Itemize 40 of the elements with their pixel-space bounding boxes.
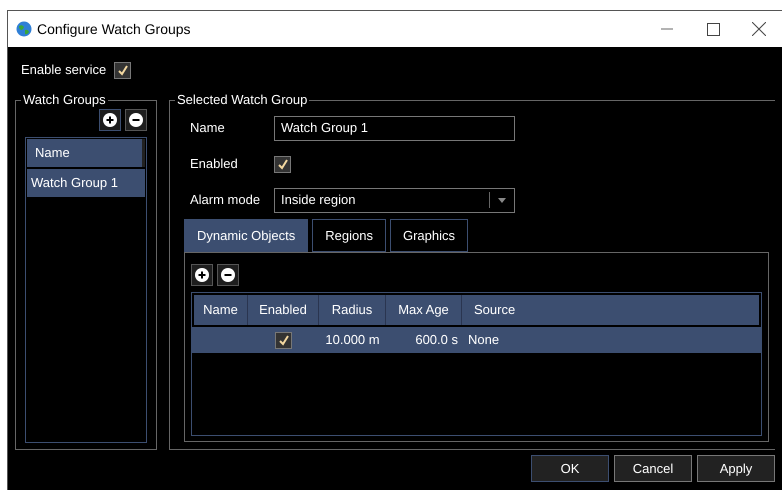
column-header: Name — [27, 139, 145, 167]
tab[interactable]: Graphics — [390, 219, 468, 252]
column-header: Enabled — [248, 295, 319, 325]
maximize-icon — [706, 22, 720, 36]
name-label: Name — [189, 119, 226, 138]
table-cell: None — [468, 332, 500, 348]
table-cell-text: 10.000 m — [325, 331, 380, 350]
minus-icon — [221, 268, 235, 282]
enable-service-label: Enable service — [21, 61, 106, 80]
name-field[interactable]: Watch Group 1 — [274, 116, 515, 140]
plus-icon — [195, 268, 209, 282]
add-button[interactable] — [191, 264, 213, 286]
tab[interactable]: Dynamic Objects — [184, 219, 308, 252]
globe-icon — [16, 21, 32, 37]
checkbox[interactable] — [275, 332, 292, 348]
column-header: Source — [473, 301, 516, 320]
enabled-label: Enabled — [189, 155, 239, 174]
column-header: Radius — [319, 295, 386, 325]
minus-icon — [129, 113, 143, 127]
remove-button[interactable] — [125, 109, 147, 131]
add-button[interactable] — [99, 109, 121, 131]
caret-icon — [498, 198, 506, 202]
dialog-button[interactable]: Apply — [697, 455, 775, 482]
list-item[interactable]: Watch Group 1 — [27, 169, 145, 197]
close-icon — [752, 22, 766, 36]
plus-icon — [103, 113, 117, 127]
column-header: Name — [194, 295, 248, 325]
remove-button[interactable] — [217, 264, 239, 286]
table-cell-text: 600.0 s — [415, 331, 458, 350]
dialog-button[interactable]: OK — [531, 455, 609, 482]
checkbox[interactable] — [274, 156, 291, 172]
minimize-icon — [661, 28, 673, 30]
alarm-mode-dropdown[interactable]: Inside region — [274, 188, 515, 212]
column-header: Max Age — [386, 295, 462, 325]
tab[interactable]: Regions — [312, 219, 386, 252]
table-row[interactable]: 10.000 m 600.0 s None — [192, 327, 761, 353]
dialog-button[interactable]: Cancel — [614, 455, 692, 482]
alarm-mode-label: Alarm mode — [189, 191, 262, 210]
checkbox[interactable] — [114, 62, 132, 78]
window-title: Configure Watch Groups — [37, 20, 191, 39]
